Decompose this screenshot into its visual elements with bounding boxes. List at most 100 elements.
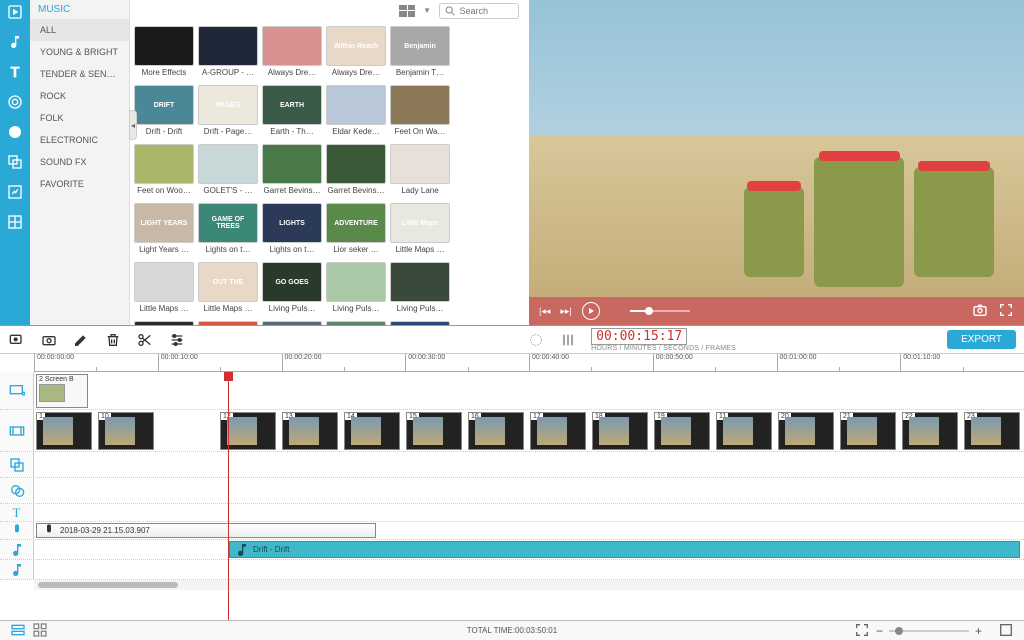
timeline-tracks: 2 Screen B 11012131415161718191120212223…: [0, 372, 1024, 620]
media-item[interactable]: Little MapsLittle Maps …: [390, 203, 450, 260]
media-item[interactable]: LIGHT YEARSLight Years …: [134, 203, 194, 260]
filters-icon[interactable]: [5, 122, 25, 142]
media-item[interactable]: Eldar Kede…: [326, 85, 386, 142]
category-item[interactable]: ROCK: [30, 85, 129, 107]
music-icon[interactable]: [5, 32, 25, 52]
media-item[interactable]: Within ReachAlways Dre…: [326, 26, 386, 83]
delete-icon[interactable]: [104, 331, 122, 349]
media-item[interactable]: PAGESDrift - Page…: [198, 85, 258, 142]
media-item[interactable]: DRIFTDrift - Drift: [134, 85, 194, 142]
video-clip[interactable]: 14: [344, 412, 400, 450]
timeline-ruler[interactable]: 00:00:00:0000:00:10:0000:00:20:0000:00:3…: [34, 354, 1024, 372]
media-item[interactable]: OUT THELittle Maps …: [198, 262, 258, 319]
media-item[interactable]: Feet On Wa…: [390, 85, 450, 142]
split-icon[interactable]: [136, 331, 154, 349]
record-cam-icon[interactable]: [40, 331, 58, 349]
media-item[interactable]: LIGHTSLights on t…: [262, 203, 322, 260]
overlays-icon[interactable]: [5, 152, 25, 172]
media-item[interactable]: EARTHEarth - Th…: [262, 85, 322, 142]
category-item[interactable]: YOUNG & BRIGHT: [30, 41, 129, 63]
video-track-icon[interactable]: [0, 410, 34, 451]
music-track-2-icon[interactable]: [0, 560, 34, 579]
video-clip[interactable]: 21: [840, 412, 896, 450]
next-frame-icon[interactable]: ▸▸|: [560, 306, 571, 317]
filter-track-icon[interactable]: [0, 478, 34, 503]
media-item[interactable]: Garret Bevins…: [326, 144, 386, 201]
play-button[interactable]: [582, 302, 600, 320]
category-item[interactable]: FAVORITE: [30, 173, 129, 195]
transitions-icon[interactable]: [5, 92, 25, 112]
prev-frame-icon[interactable]: |◂◂: [539, 306, 550, 317]
media-item[interactable]: Always Dre…: [262, 26, 322, 83]
media-item[interactable]: Living Puls…: [326, 262, 386, 319]
export-button[interactable]: EXPORT: [947, 330, 1016, 349]
category-item[interactable]: TENDER & SENTI…: [30, 63, 129, 85]
media-icon[interactable]: [5, 2, 25, 22]
timeline-scrollbar[interactable]: [34, 580, 1024, 590]
snapshot-icon[interactable]: [972, 302, 988, 321]
video-clip[interactable]: 17: [530, 412, 586, 450]
playhead[interactable]: [228, 372, 229, 620]
marker-icon[interactable]: [527, 331, 545, 349]
mixer-icon[interactable]: [559, 331, 577, 349]
video-clip[interactable]: 13: [282, 412, 338, 450]
grid-mode-icon[interactable]: [32, 622, 48, 640]
zoom-in-button[interactable]: +: [975, 624, 982, 638]
zoom-out-button[interactable]: −: [876, 624, 883, 638]
media-item[interactable]: Feet on Woo…: [134, 144, 194, 201]
media-item-label: Little Maps …: [390, 243, 450, 260]
fit-zoom-icon[interactable]: [854, 622, 870, 640]
category-item[interactable]: FOLK: [30, 107, 129, 129]
music-track-icon[interactable]: [0, 540, 34, 559]
media-item[interactable]: ADVENTURELior seker …: [326, 203, 386, 260]
zoom-fit-button[interactable]: [998, 622, 1014, 640]
edit-icon[interactable]: [72, 331, 90, 349]
media-item[interactable]: A-GROUP - …: [198, 26, 258, 83]
video-clip[interactable]: 11: [716, 412, 772, 450]
settings-icon[interactable]: [168, 331, 186, 349]
collapse-handle[interactable]: ◂: [129, 110, 137, 140]
record-screen-icon[interactable]: [8, 331, 26, 349]
layout-mode-icon[interactable]: [10, 622, 26, 640]
video-clip[interactable]: 23: [964, 412, 1020, 450]
video-clip[interactable]: 20: [778, 412, 834, 450]
category-item[interactable]: ELECTRONIC: [30, 129, 129, 151]
music-clip[interactable]: Drift - Drift: [229, 541, 1020, 558]
video-clip[interactable]: 15: [406, 412, 462, 450]
media-item[interactable]: Living Puls…: [390, 262, 450, 319]
text-icon[interactable]: [5, 62, 25, 82]
chevron-down-icon[interactable]: ▼: [423, 6, 431, 15]
media-item[interactable]: Little Maps …: [134, 262, 194, 319]
video-clip[interactable]: 10: [98, 412, 154, 450]
zoom-slider[interactable]: [889, 630, 969, 632]
media-item[interactable]: Garret Bevins…: [262, 144, 322, 201]
category-item[interactable]: ALL: [30, 19, 129, 41]
pip-track-icon[interactable]: [0, 452, 34, 477]
video-clip[interactable]: 19: [654, 412, 710, 450]
split-screen-icon[interactable]: [5, 212, 25, 232]
video-clip[interactable]: 16: [468, 412, 524, 450]
ruler-tick: 00:01:10:00: [900, 354, 1024, 371]
category-item[interactable]: SOUND FX: [30, 151, 129, 173]
media-item[interactable]: GO GOESLiving Puls…: [262, 262, 322, 319]
voiceover-track-icon[interactable]: [0, 522, 34, 539]
screen-clip[interactable]: 2 Screen B: [36, 374, 88, 408]
video-clip[interactable]: 1: [36, 412, 92, 450]
preview-video[interactable]: [529, 0, 1024, 297]
media-item[interactable]: More Effects: [134, 26, 194, 83]
grid-view-icon[interactable]: [399, 5, 415, 17]
elements-icon[interactable]: [5, 182, 25, 202]
media-item[interactable]: GOLET'S - …: [198, 144, 258, 201]
search-input[interactable]: [439, 3, 519, 19]
voiceover-clip[interactable]: 2018-03-29 21.15.03.907: [36, 523, 376, 538]
video-clip[interactable]: 22: [902, 412, 958, 450]
media-item[interactable]: BenjaminBenjamin T…: [390, 26, 450, 83]
media-item[interactable]: GAME OF TREESLights on t…: [198, 203, 258, 260]
media-item[interactable]: Lady Lane: [390, 144, 450, 201]
video-clip[interactable]: 18: [592, 412, 648, 450]
volume-slider[interactable]: [630, 310, 690, 312]
fullscreen-icon[interactable]: [998, 302, 1014, 321]
text-track-icon[interactable]: T: [0, 504, 34, 521]
ruler-tick: 00:00:40:00: [529, 354, 653, 371]
screen-track-icon[interactable]: [0, 372, 34, 409]
